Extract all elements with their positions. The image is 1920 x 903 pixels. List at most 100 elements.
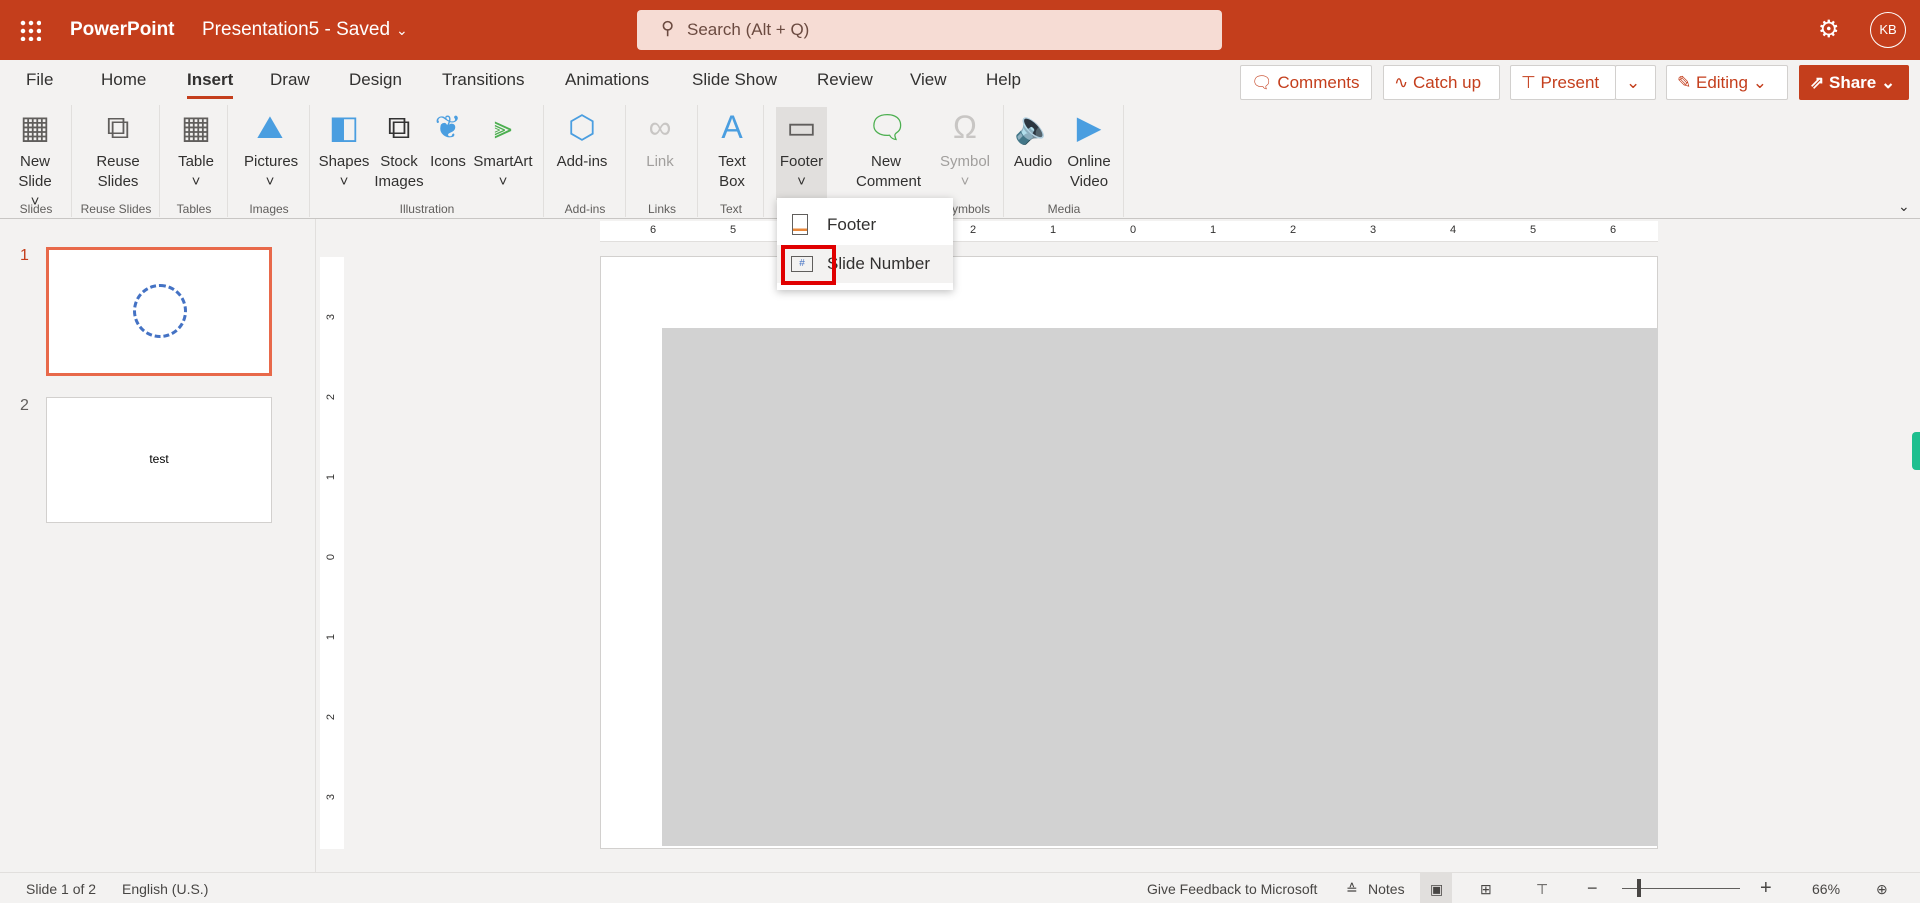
tab-draw[interactable]: Draw: [270, 70, 310, 90]
comment-icon: 🗨: [1251, 73, 1273, 92]
editing-label: Editing: [1695, 73, 1748, 92]
ruler-label: 3: [325, 313, 338, 321]
presenter-icon: ⊤: [1521, 73, 1536, 92]
button-label: New: [870, 153, 901, 170]
menu-item-footer[interactable]: Footer: [777, 206, 953, 244]
tab-transitions[interactable]: Transitions: [442, 70, 525, 90]
ruler-label: 3: [1370, 224, 1377, 236]
slide-number-2: 2: [20, 397, 29, 414]
ruler-label: 1: [1050, 224, 1057, 236]
tab-help[interactable]: Help: [986, 70, 1021, 90]
title-bar: PowerPoint Presentation5 - Saved ⌄ ⚲ Sea…: [0, 0, 1920, 60]
editing-button[interactable]: ✎ Editing ⌄: [1666, 65, 1788, 100]
app-launcher-icon[interactable]: [19, 19, 41, 41]
ruler-label: 2: [970, 224, 977, 236]
ruler-label: 6: [650, 224, 657, 236]
pencil-icon: ✎: [1677, 73, 1692, 92]
ruler-label: 2: [1290, 224, 1297, 236]
footer-button[interactable]: ▭ Footer ˅: [776, 108, 827, 192]
share-label: Share: [1828, 73, 1877, 92]
ruler-label: 2: [325, 713, 338, 721]
vertical-ruler: 3 2 1 0 1 2 3: [320, 257, 344, 849]
side-panel-handle[interactable]: [1912, 432, 1920, 470]
ruler-label: 4: [1450, 224, 1457, 236]
button-label-2: Comment: [856, 173, 922, 190]
comments-button[interactable]: 🗨 Comments: [1240, 65, 1372, 100]
ruler-label: 1: [325, 473, 338, 481]
avatar[interactable]: KB: [1870, 12, 1906, 48]
ruler-label: 0: [1130, 224, 1137, 236]
slide-thumbnail-2[interactable]: test: [46, 397, 272, 523]
zoom-out-button[interactable]: −: [1587, 878, 1598, 899]
status-bar: Slide 1 of 2 English (U.S.) Give Feedbac…: [0, 872, 1920, 903]
thumbnail-text: test: [149, 452, 169, 466]
group-separator: [1004, 105, 1124, 217]
app-name: PowerPoint: [70, 19, 175, 40]
present-button[interactable]: ⊤ Present: [1510, 65, 1616, 100]
highlight-box: [781, 245, 836, 285]
notes-icon: ≙: [1346, 881, 1358, 897]
reading-view-icon[interactable]: ⊤: [1536, 881, 1548, 898]
language[interactable]: English (U.S.): [122, 881, 208, 897]
chevron-down-icon[interactable]: ⌄: [396, 22, 408, 39]
slide-sorter-icon[interactable]: ⊞: [1480, 881, 1492, 898]
share-icon: ⇗: [1810, 73, 1825, 92]
dashed-circle-shape: [133, 284, 187, 338]
search-input[interactable]: ⚲ Search (Alt + Q): [637, 10, 1222, 50]
gear-icon[interactable]: ⚙: [1818, 15, 1840, 44]
slide-count: Slide 1 of 2: [26, 881, 97, 897]
group-separator: [626, 105, 698, 217]
ruler-label: 1: [1210, 224, 1217, 236]
feedback-link[interactable]: Give Feedback to Microsoft: [1147, 881, 1317, 897]
new-comment-icon: 🗨: [867, 109, 908, 145]
ruler-label: 5: [730, 224, 737, 236]
tab-view[interactable]: View: [910, 70, 947, 90]
search-placeholder: Search (Alt + Q): [687, 20, 810, 39]
footer-icon: ▭: [786, 109, 817, 145]
slide-number-1: 1: [20, 247, 29, 264]
document-title[interactable]: Presentation5 - Saved: [202, 19, 390, 41]
slide-thumbnail-1[interactable]: [46, 247, 272, 376]
ruler-label: 3: [325, 793, 338, 801]
collapse-ribbon-icon[interactable]: ⌄: [1898, 198, 1910, 215]
ruler-label: 0: [325, 553, 338, 561]
ruler-label: 6: [1610, 224, 1617, 236]
notes-button[interactable]: Notes: [1368, 881, 1405, 897]
tab-animations[interactable]: Animations: [565, 70, 649, 90]
tab-slide-show[interactable]: Slide Show: [692, 70, 777, 90]
search-icon: ⚲: [661, 18, 675, 38]
new-comment-button[interactable]: 🗨 New Comment: [856, 108, 922, 192]
tab-file[interactable]: File: [26, 70, 53, 90]
group-separator: [228, 105, 310, 217]
tab-review[interactable]: Review: [817, 70, 873, 90]
group-separator: [160, 105, 228, 217]
tab-insert[interactable]: Insert: [187, 70, 233, 90]
comments-label: Comments: [1277, 73, 1360, 92]
present-label: Present: [1540, 73, 1600, 92]
menu-label: Slide Number: [827, 254, 930, 273]
pulse-icon: ∿: [1394, 73, 1409, 92]
normal-view-icon: ▣: [1430, 881, 1444, 897]
tab-home[interactable]: Home: [101, 70, 146, 90]
ruler-label: 1: [325, 633, 338, 641]
share-button[interactable]: ⇗ Share ⌄: [1799, 65, 1909, 100]
catch-up-button[interactable]: ∿ Catch up: [1383, 65, 1500, 100]
present-options-button[interactable]: ⌄: [1615, 65, 1656, 100]
horizontal-ruler: 6543210123456: [600, 221, 1658, 242]
active-tab-underline: [187, 96, 233, 99]
button-label: Footer: [779, 153, 824, 170]
zoom-slider-thumb[interactable]: [1637, 879, 1641, 897]
group-separator: [72, 105, 160, 217]
ruler-label: 2: [325, 393, 338, 401]
zoom-in-button[interactable]: +: [1760, 877, 1772, 900]
menu-label: Footer: [827, 215, 877, 234]
group-separator: [310, 105, 544, 217]
footer-icon: [792, 214, 808, 235]
tab-design[interactable]: Design: [349, 70, 402, 90]
gray-rectangle-shape[interactable]: [662, 328, 1658, 846]
ruler-label: 5: [1530, 224, 1537, 236]
zoom-level[interactable]: 66%: [1812, 881, 1840, 897]
slide-thumbnail-panel: 1 2 test: [0, 219, 316, 872]
catch-up-label: Catch up: [1412, 73, 1482, 92]
fit-to-window-icon[interactable]: ⊕: [1876, 881, 1888, 898]
